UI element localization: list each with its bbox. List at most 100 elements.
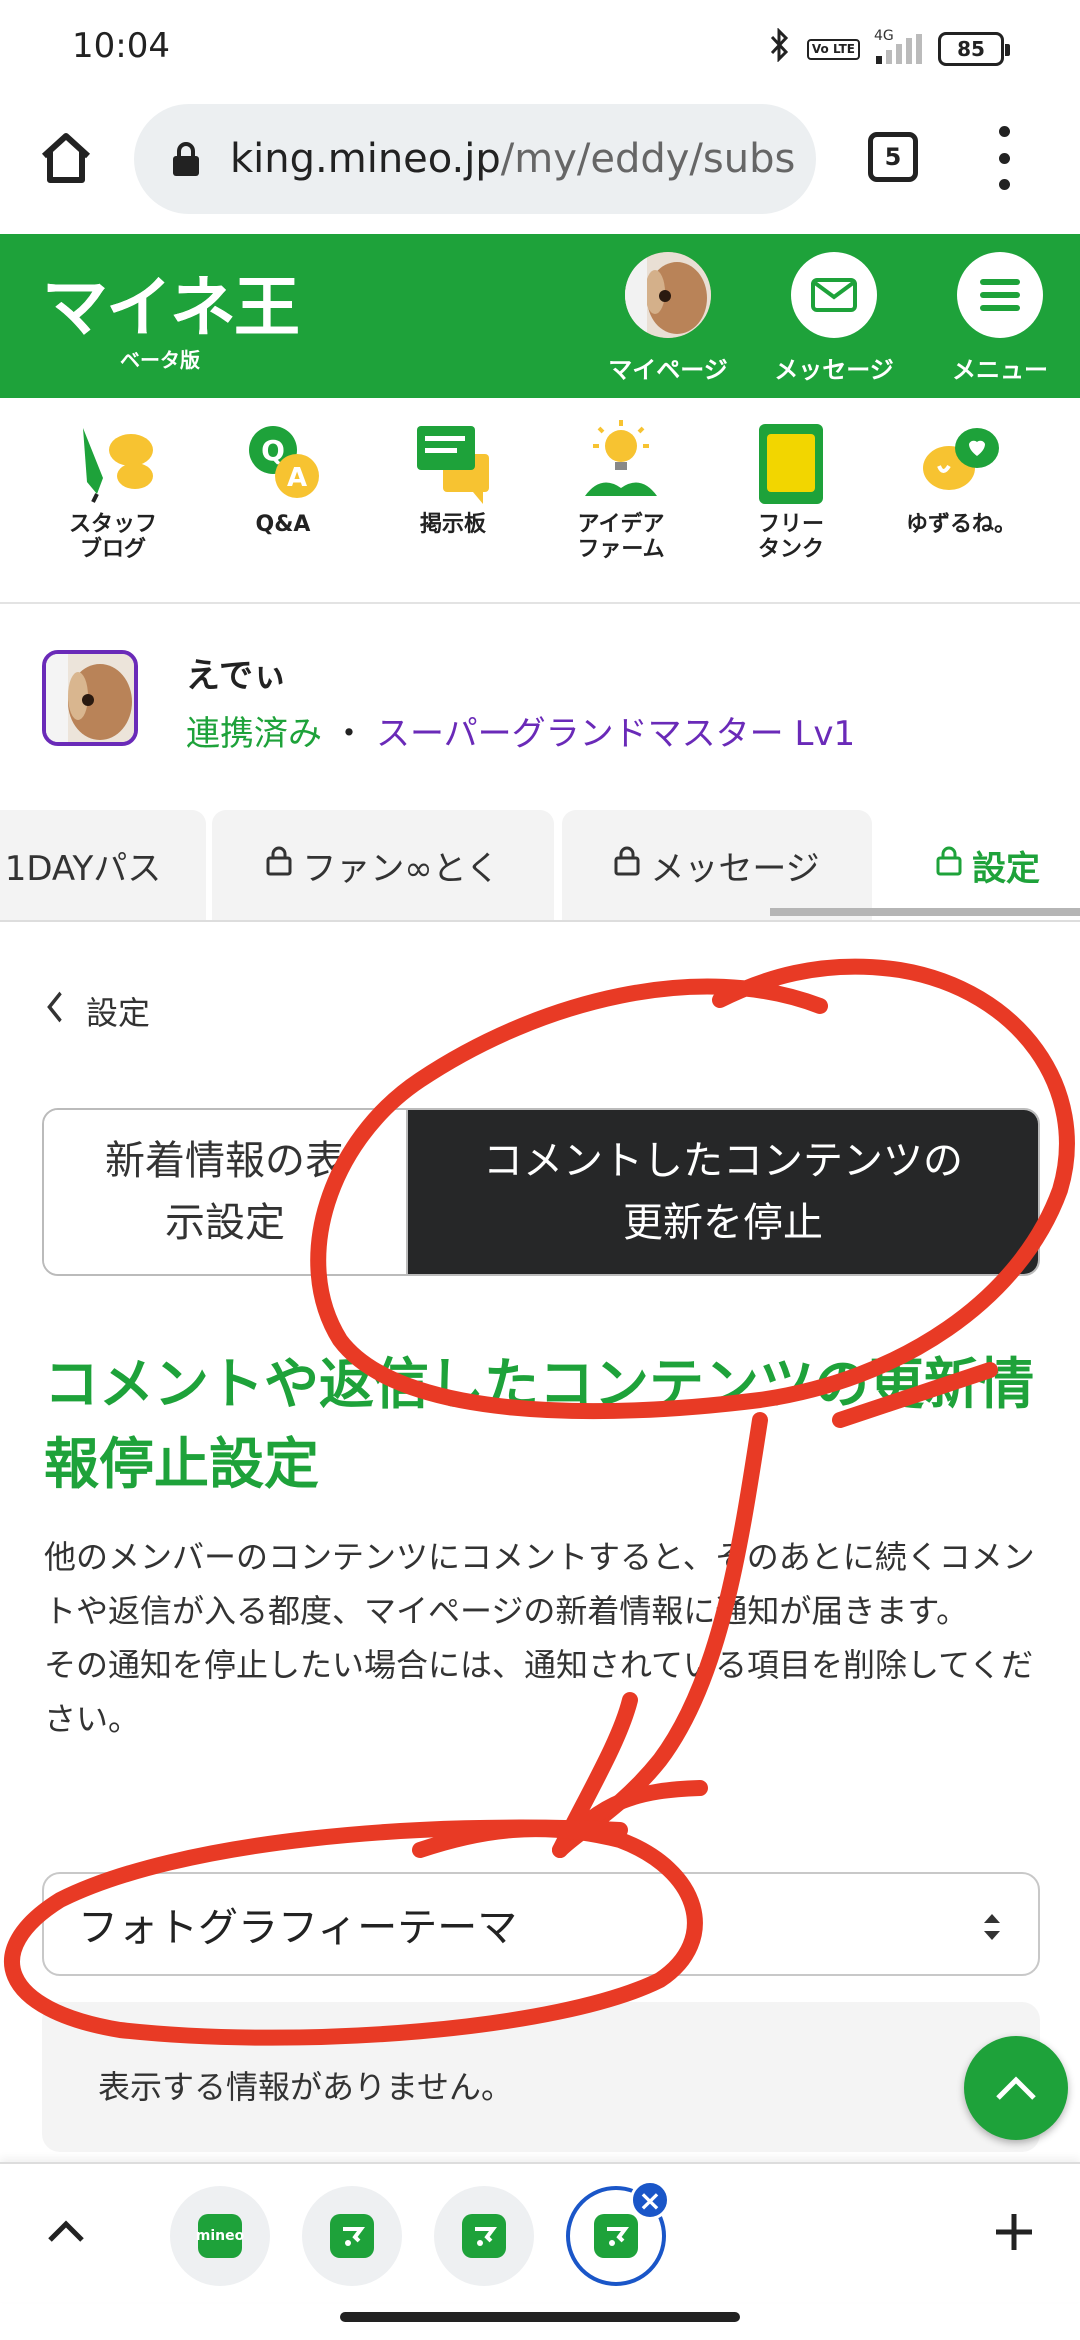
browser-tab-2[interactable] [302, 2186, 402, 2286]
tab-1daypass[interactable]: 1DAYパス [0, 810, 206, 920]
qa-icon: QA [249, 426, 319, 498]
content-type-select[interactable]: フォトグラフィーテーマ [42, 1872, 1040, 1976]
mineo-favicon [330, 2214, 374, 2258]
nav-label: アイデア [577, 512, 665, 537]
bluetooth-icon [769, 27, 791, 70]
profile-tabs: 1DAYパス ファン∞とく メッセージ 設定 [0, 810, 1080, 922]
status-bar: 10:04 Vo LTE 4G 85 [0, 0, 1080, 96]
overflow-menu-icon[interactable] [994, 126, 1014, 190]
empty-state-panel: 表示する情報がありません。 [42, 2002, 1040, 2152]
segment-label: 示設定 [165, 1200, 285, 1246]
signal-icon: 4G [874, 28, 922, 64]
site-logo[interactable]: マイネ王 ベータ版 [42, 254, 300, 373]
volte-badge: Vo LTE [806, 38, 860, 60]
page-title: コメントや返信したコンテンツの更新情報停止設定 [44, 1352, 1035, 1496]
nav-label: タンク [757, 537, 824, 562]
description: 他のメンバーのコンテンツにコメントすると、そのあとに続くコメントや返信が入る都度… [44, 1530, 1044, 1746]
profile-name: えでぃ [186, 656, 287, 696]
nav-qa[interactable]: QA Q&A [208, 418, 358, 537]
header-message-label: メッセージ [774, 356, 894, 384]
nav-idea-farm[interactable]: アイデア ファーム [546, 418, 696, 562]
chevron-left-icon [46, 988, 64, 1034]
description-paragraph: 他のメンバーのコンテンツにコメントすると、そのあとに続くコメントや返信が入る都度… [44, 1538, 1035, 1630]
back-label: 設定 [86, 994, 151, 1032]
tab-switcher-button[interactable]: 5 [868, 132, 918, 182]
nav-board[interactable]: 掲示板 [378, 418, 528, 537]
lock-icon [170, 141, 202, 177]
description-paragraph: その通知を停止したい場合には、通知されている項目を削除してください。 [44, 1646, 1034, 1738]
nav-free-tank[interactable]: フリー タンク [716, 418, 866, 562]
select-arrows-icon [982, 1908, 1002, 1942]
status-icons: Vo LTE 4G 85 [769, 27, 1010, 70]
new-tab-icon[interactable] [990, 2208, 1038, 2256]
linked-status: 連携済み [186, 714, 322, 754]
nav-label: フリー [757, 512, 824, 537]
segment-new-info-display[interactable]: 新着情報の表 示設定 [44, 1110, 408, 1274]
segment-label: 更新を停止 [623, 1200, 823, 1246]
site-header: マイネ王 ベータ版 マイページ メッセージ メニュー [0, 234, 1080, 398]
nav-label: ファーム [577, 537, 665, 562]
idea-farm-icon [585, 420, 657, 496]
scroll-to-top-button[interactable] [964, 2036, 1068, 2140]
back-to-settings-link[interactable]: 設定 [44, 988, 150, 1034]
nav-label: ゆずるね。 [905, 512, 1016, 537]
mineo-favicon: mineo [196, 2214, 244, 2258]
chevron-up-icon [996, 2076, 1036, 2100]
mineo-favicon [594, 2214, 638, 2258]
logo-text: マイネ王 [42, 269, 300, 346]
empty-message: 表示する情報がありません。 [98, 2068, 514, 2106]
tab-settings[interactable]: 設定 [878, 810, 1080, 920]
browser-tab-3[interactable] [434, 2186, 534, 2286]
tab-fan-toku[interactable]: ファン∞とく [212, 810, 554, 920]
segment-stop-comment-updates[interactable]: コメントしたコンテンツの 更新を停止 [408, 1110, 1038, 1274]
chevron-up-icon[interactable] [46, 2216, 86, 2246]
header-menu-label: メニュー [952, 356, 1048, 384]
close-tab-icon[interactable]: × [630, 2180, 670, 2220]
free-tank-icon [759, 424, 823, 504]
mineo-favicon [462, 2214, 506, 2258]
avatar[interactable] [42, 650, 138, 746]
staff-blog-icon [83, 428, 153, 503]
nav-label: 掲示板 [419, 512, 486, 537]
tab-label: メッセージ [650, 848, 820, 889]
segment-label: 新着情報の表 [105, 1138, 345, 1184]
browser-tab-current[interactable]: × [566, 2180, 670, 2286]
nav-yuzurune[interactable]: ゆずるね。 [886, 418, 1036, 537]
tab-label: 1DAYパス [4, 848, 162, 889]
separator: ・ [332, 714, 366, 754]
home-icon[interactable] [36, 128, 96, 188]
header-mypage-button[interactable]: マイページ [588, 252, 748, 385]
category-nav: スタッフ ブログ QA Q&A 掲示板 アイデア ファーム フリー タンク ゆずるね。 [0, 398, 1080, 604]
gesture-nav-handle[interactable] [340, 2312, 740, 2322]
settings-segmented-control: 新着情報の表 示設定 コメントしたコンテンツの 更新を停止 [42, 1108, 1040, 1276]
battery-icon: 85 [938, 32, 1010, 66]
tab-label: ファン∞とく [302, 848, 500, 889]
header-message-button[interactable]: メッセージ [754, 252, 914, 385]
lock-icon [266, 845, 292, 885]
browser-toolbar: king.mineo.jp/my/eddy/subs 5 [0, 96, 1080, 234]
url-host: king.mineo.jp [230, 136, 501, 182]
mail-icon [791, 252, 877, 338]
lock-icon [936, 845, 962, 885]
nav-staff-blog[interactable]: スタッフ ブログ [38, 418, 188, 562]
profile-status: 連携済み・スーパーグランドマスター Lv1 [186, 706, 855, 755]
address-bar[interactable]: king.mineo.jp/my/eddy/subs [134, 104, 816, 214]
segment-label: コメントしたコンテンツの [483, 1138, 963, 1184]
browser-tab-1[interactable]: mineo [170, 2186, 270, 2286]
browser-tab-strip: mineo × [0, 2162, 1080, 2302]
hamburger-icon [957, 252, 1043, 338]
rank-link[interactable]: スーパーグランドマスター Lv1 [376, 714, 855, 754]
header-menu-button[interactable]: メニュー [920, 252, 1080, 385]
tab-message[interactable]: メッセージ [562, 810, 872, 920]
lock-icon [614, 845, 640, 885]
svg-text:A: A [287, 463, 307, 493]
board-icon [417, 426, 489, 504]
yuzurune-icon [923, 428, 999, 490]
nav-label: ブログ [79, 537, 146, 562]
url-path: /my/eddy/subs [500, 136, 796, 182]
select-value: フォトグラフィーテーマ [78, 1905, 518, 1951]
nav-label: Q&A [255, 512, 311, 537]
status-time: 10:04 [72, 26, 170, 66]
profile-header: えでぃ 連携済み・スーパーグランドマスター Lv1 [0, 606, 1080, 802]
avatar [625, 252, 711, 338]
